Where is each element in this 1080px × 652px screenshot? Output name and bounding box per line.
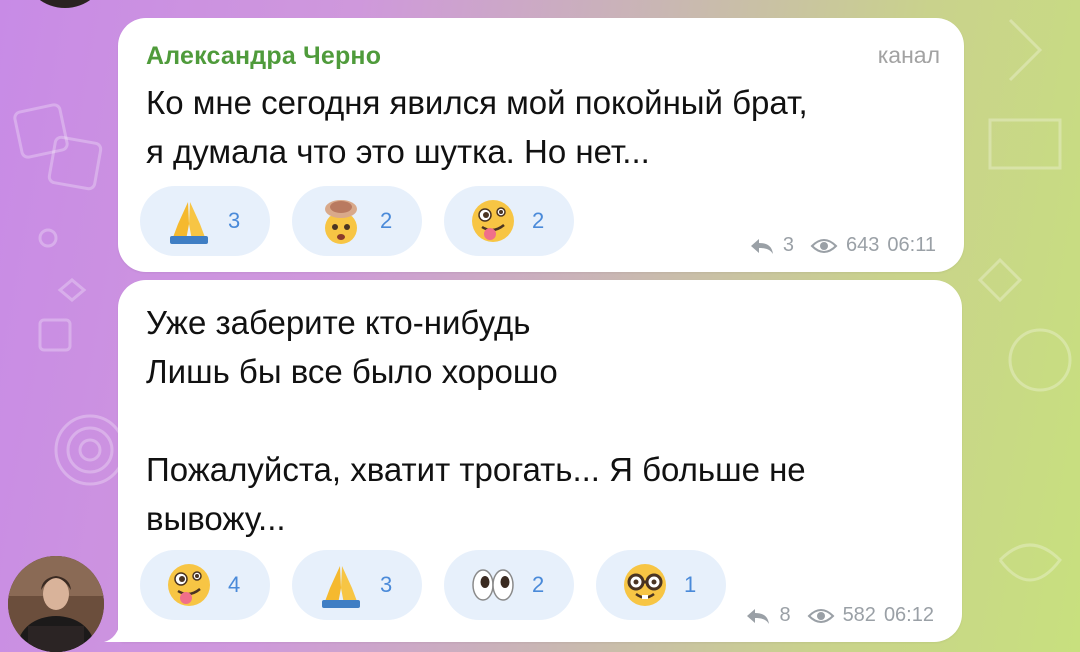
message-line: Уже заберите кто-нибудь: [146, 304, 531, 341]
avatar-previous[interactable]: [26, 0, 104, 8]
reactions-row: 3 2 2: [140, 186, 574, 256]
zany-face-icon: [472, 200, 514, 242]
reply-icon[interactable]: [745, 606, 771, 626]
exploding-head-icon: [325, 200, 357, 244]
reaction-count: 3: [380, 572, 393, 597]
reply-count: 3: [782, 234, 795, 256]
message-bubble[interactable]: Уже заберите кто-нибудь Лишь бы все было…: [118, 280, 962, 642]
reaction-zany-face[interactable]: 4: [140, 550, 270, 620]
nerd-face-icon: [624, 564, 666, 606]
message-meta: 8 582 06:12: [745, 604, 934, 627]
reaction-count: 3: [228, 208, 241, 233]
channel-tag: канал: [877, 42, 940, 68]
message-bubble[interactable]: Александра Черно канал Ко мне сегодня яв…: [118, 18, 964, 272]
avatar-image: [8, 556, 104, 652]
reactions-row: 4 3 2 1: [140, 550, 726, 620]
views-icon: [810, 238, 838, 253]
reaction-folded-hands[interactable]: 3: [292, 550, 422, 620]
reaction-exploding-head[interactable]: 2: [292, 186, 422, 256]
author-name[interactable]: Александра Черно: [146, 42, 381, 71]
message-line: Пожалуйста, хватит трогать... Я больше н…: [146, 451, 806, 488]
zany-face-icon: [168, 564, 210, 606]
folded-hands-icon: [322, 566, 360, 608]
reaction-folded-hands[interactable]: 3: [140, 186, 270, 256]
reaction-count: 2: [532, 208, 545, 233]
message-text: Ко мне сегодня явился мой покойный брат,…: [146, 78, 808, 176]
reaction-count: 2: [380, 208, 393, 233]
reaction-count: 1: [684, 572, 697, 597]
reaction-count: 2: [532, 572, 545, 597]
eyes-icon: [472, 569, 514, 601]
avatar[interactable]: [8, 556, 104, 652]
message-time: 06:12: [883, 604, 934, 626]
message-time: 06:11: [887, 234, 936, 256]
views-icon: [807, 608, 834, 623]
bubble-tail: [104, 612, 144, 642]
reaction-zany-face[interactable]: 2: [444, 186, 574, 256]
message-line: я думала что это шутка. Но нет...: [146, 133, 650, 170]
reaction-nerd-face[interactable]: 1: [596, 550, 726, 620]
reaction-count: 4: [228, 572, 241, 597]
folded-hands-icon: [170, 202, 208, 244]
message-line: [146, 396, 806, 445]
reply-count: 8: [779, 604, 791, 626]
message-line: вывожу...: [146, 500, 286, 537]
view-count: 643: [846, 234, 880, 256]
message-text: Уже заберите кто-нибудь Лишь бы все было…: [146, 298, 806, 543]
message-meta: 3 643 06:11: [749, 234, 936, 257]
view-count: 582: [842, 604, 876, 626]
reaction-eyes[interactable]: 2: [444, 550, 574, 620]
message-line: Лишь бы все было хорошо: [146, 353, 558, 390]
message-line: Ко мне сегодня явился мой покойный брат,: [146, 84, 808, 121]
reply-icon[interactable]: [749, 236, 775, 256]
